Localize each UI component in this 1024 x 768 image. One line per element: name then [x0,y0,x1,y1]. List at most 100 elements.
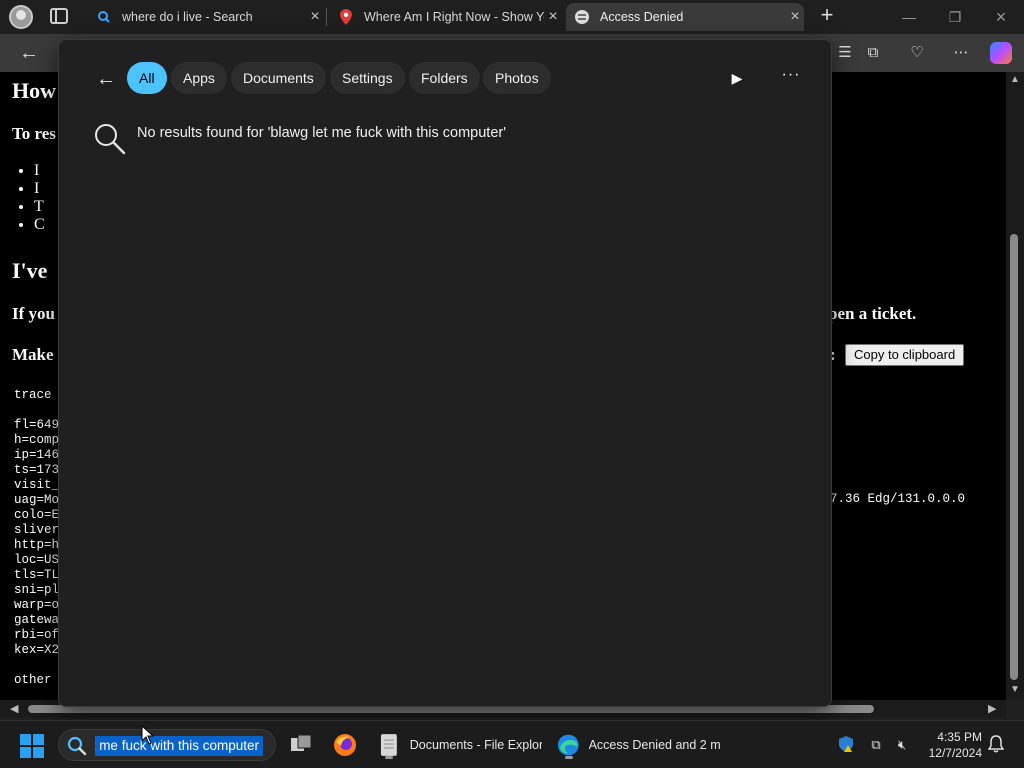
scroll-down-icon[interactable]: ▼ [1010,684,1020,695]
browser-tab-bar: where do i live - Search × Where Am I Ri… [0,0,1024,34]
filter-settings[interactable]: Settings [330,62,405,94]
browser-essentials-icon[interactable]: ♡ [906,42,928,64]
firefox-button[interactable] [332,729,366,761]
vertical-scroll-thumb[interactable] [1010,234,1018,680]
resolve-paragraph: To res [12,124,56,143]
running-indicator [565,756,573,759]
system-clock[interactable]: 4:35 PM 12/7/2024 [920,729,982,761]
search-tab-icon [96,9,112,25]
scroll-up-icon[interactable]: ▲ [1010,74,1020,85]
tab-title: Access Denied [600,10,684,24]
back-arrow-icon[interactable]: ← [93,66,119,92]
vertical-scrollbar[interactable]: ▲ ▼ [1006,72,1024,700]
no-results-message: No results found for 'blawg let me fuck … [137,125,506,141]
profile-avatar[interactable] [9,5,33,29]
taskbar-app-label: Documents - File Explor [409,738,542,752]
clock-time: 4:35 PM [937,730,982,744]
scroll-left-icon[interactable]: ◀ [10,702,18,715]
more-options-icon[interactable]: ⋯ [950,42,972,64]
list-item: C [34,216,45,234]
favorites-icon[interactable]: ☰ [834,42,856,64]
site-icon [574,9,590,25]
trace-output: trace fl=649 h=comp ip=146 ts=173 visit_ uag=… [14,388,59,688]
filter-apps[interactable]: Apps [171,62,227,94]
file-explorer-button[interactable]: Documents - File Explor [376,729,542,761]
trace-line: http=h [14,538,60,552]
taskbar-app-label: Access Denied and 2 mo [588,738,720,752]
trace-line [14,658,59,673]
windows-start-icon[interactable] [20,734,44,758]
ticket-paragraph-start: If you [12,304,55,323]
trace-line: trace [14,388,52,402]
scroll-right-icon[interactable]: ▶ [988,702,996,715]
edge-icon [557,734,579,756]
trace-line: ts=173 [14,463,60,477]
security-warning-icon[interactable] [836,735,856,755]
trace-line: gatewa [14,613,60,627]
search-icon [95,124,126,155]
trace-line: rbi=of [14,628,60,642]
search-query-text[interactable]: blawg let me fuck with this computer [95,736,263,756]
tab-search[interactable]: where do i live - Search × [88,3,324,31]
section-heading: I've [12,258,48,283]
trace-line: h=comp [14,433,60,447]
tab-title: where do i live - Search [122,10,253,24]
trace-line: fl=649 [14,418,60,432]
file-explorer-icon [380,734,397,756]
close-tab-icon[interactable]: × [786,8,804,26]
trace-line: other [14,673,52,687]
tab-title: Where Am I Right Now - Show Yo [364,10,544,24]
list-item: I [34,162,45,180]
close-tab-icon[interactable]: × [306,8,324,26]
trace-line: colo=E [14,508,60,522]
trace-line: visit_ [14,478,60,492]
firefox-icon [334,734,356,756]
filter-folders[interactable]: Folders [409,62,480,94]
trace-line: kex=X2 [14,643,60,657]
taskbar-search-box[interactable]: blawg let me fuck with this computer [58,729,276,761]
back-button[interactable]: ← [16,40,42,66]
filter-all[interactable]: All [127,62,167,94]
trace-instructions-start: Make [12,345,54,364]
tab-access-denied[interactable]: Access Denied × [566,3,804,31]
trace-line: sliver [14,523,60,537]
edge-button[interactable]: Access Denied and 2 mo [556,729,720,761]
trace-line: sni=pl [14,583,60,597]
list-item: I [34,180,45,198]
tab-divider [326,8,327,26]
notification-bell-icon[interactable] [986,735,1006,755]
search-icon [67,736,87,756]
trace-line: loc=US [14,553,60,567]
close-tab-icon[interactable]: × [544,8,562,26]
running-indicator [385,756,393,759]
trace-line: ip=146 [14,448,60,462]
copilot-icon[interactable] [990,42,1012,64]
volume-muted-icon[interactable]: 🔇︎ [892,735,912,755]
ticket-paragraph-end: pen a ticket. [828,304,917,323]
location-pin-icon [338,9,354,25]
more-options-icon[interactable]: ··· [779,67,803,89]
taskbar: blawg let me fuck with this computer Doc… [0,720,1024,768]
trace-line: uag=Mo [14,493,60,507]
minimize-icon[interactable]: — [898,6,920,28]
clock-date: 12/7/2024 [928,746,982,760]
task-view-button[interactable] [288,729,322,761]
tab-location[interactable]: Where Am I Right Now - Show Yo × [330,3,562,31]
copy-to-clipboard-button[interactable]: Copy to clipboard [845,344,965,366]
play-icon[interactable]: ▶ [727,67,747,89]
new-tab-button[interactable]: + [816,3,838,29]
network-icon[interactable]: ⧉ [866,735,886,755]
filter-photos[interactable]: Photos [483,62,551,94]
trace-line: warp=o [14,598,60,612]
restore-icon[interactable]: ❐ [944,6,966,28]
tab-actions-icon[interactable] [50,8,68,24]
collections-icon[interactable]: ⧉ [862,42,884,64]
filter-documents[interactable]: Documents [231,62,326,94]
trace-line [14,403,59,418]
close-window-icon[interactable]: × [990,6,1012,28]
trace-line: tls=TL [14,568,60,582]
trace-user-agent-fragment: 7.36 Edg/131.0.0.0 [830,492,966,506]
windows-search-panel: ← All Apps Documents Settings Folders Ph… [58,39,832,707]
mouse-pointer-icon [141,725,155,745]
list-item: T [34,198,45,216]
